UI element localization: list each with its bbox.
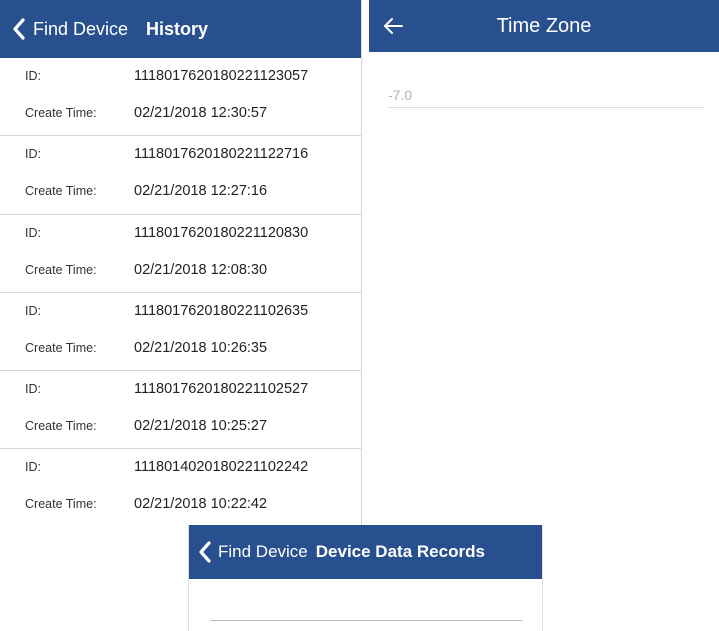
record-time-value: 02/21/2018 12:27:16 <box>134 183 268 200</box>
timezone-input[interactable]: -7.0 <box>388 82 704 108</box>
record-time-label: Create Time: <box>25 340 97 355</box>
history-back-label: Find Device <box>33 18 129 39</box>
record-id-row: ID: 1118017620180221123057 <box>25 68 351 84</box>
record-id-value: 1118014020180221102242 <box>134 459 309 476</box>
record-time-row: Create Time: 02/21/2018 10:22:42 <box>25 496 351 512</box>
record-time-label: Create Time: <box>25 106 97 120</box>
records-title: Device Data Records <box>315 542 485 561</box>
history-record[interactable]: ID: 1118017620180221123057 Create Time: … <box>0 58 361 137</box>
record-id-value: 1118017620180221122716 <box>134 146 309 163</box>
history-record-list: ID: 1118017620180221123057 Create Time: … <box>0 58 361 528</box>
timezone-screen: Time Zone -7.0 <box>369 0 719 521</box>
record-id-row: ID: 1118017620180221102527 <box>25 381 351 397</box>
record-time-row: Create Time: 02/21/2018 12:30:57 <box>25 105 351 121</box>
record-id-value: 1118017620180221102635 <box>134 302 309 319</box>
chevron-left-icon <box>12 18 26 40</box>
history-record[interactable]: ID: 1118017620180221122716 Create Time: … <box>0 136 361 215</box>
record-time-value: 02/21/2018 12:30:57 <box>134 105 268 121</box>
record-id-row: ID: 1118017620180221102635 <box>25 303 351 319</box>
record-id-label: ID: <box>25 460 41 475</box>
record-time-row: Create Time: 02/21/2018 12:27:16 <box>25 183 351 199</box>
record-id-label: ID: <box>25 225 41 240</box>
record-id-label: ID: <box>25 382 41 397</box>
record-id-value: 1118017620180221102527 <box>134 381 309 398</box>
timezone-title: Time Zone <box>496 14 592 37</box>
record-time-value: 02/21/2018 12:08:30 <box>134 261 268 278</box>
record-time-row: Create Time: 02/21/2018 12:08:30 <box>25 262 351 278</box>
history-record[interactable]: ID: 1118017620180221102635 Create Time: … <box>0 293 361 372</box>
record-time-row: Create Time: 02/21/2018 10:25:27 <box>25 418 351 434</box>
record-id-label: ID: <box>25 147 41 162</box>
record-time-row: Create Time: 02/21/2018 10:26:35 <box>25 340 351 356</box>
record-time-label: Create Time: <box>25 419 97 434</box>
timezone-value: -7.0 <box>388 86 413 103</box>
record-time-label: Create Time: <box>25 262 97 277</box>
record-time-label: Create Time: <box>25 184 97 199</box>
record-time-value: 02/21/2018 10:26:35 <box>134 339 268 356</box>
record-id-row: ID: 1118017620180221122716 <box>25 146 351 162</box>
history-record[interactable]: ID: 1118017620180221102527 Create Time: … <box>0 371 361 450</box>
record-time-label: Create Time: <box>25 497 97 512</box>
record-id-row: ID: 1118017620180221120830 <box>25 225 351 241</box>
records-nav-bar: Find Device Device Data Records <box>189 525 542 579</box>
history-title: History <box>146 18 209 39</box>
records-back-label: Find Device <box>218 542 308 561</box>
record-id-row: ID: 1118014020180221102242 <box>25 459 351 475</box>
timezone-nav-bar: Time Zone <box>369 0 719 52</box>
records-screen: Find Device Device Data Records <box>188 525 543 631</box>
record-time-value: 02/21/2018 10:22:42 <box>134 496 268 513</box>
record-id-label: ID: <box>25 69 41 83</box>
history-back-button[interactable]: Find Device <box>12 18 128 40</box>
record-id-label: ID: <box>25 303 41 318</box>
record-id-value: 1118017620180221123057 <box>134 68 309 84</box>
history-nav-bar: Find Device History <box>0 0 361 58</box>
arrow-left-icon[interactable] <box>381 14 405 38</box>
record-time-value: 02/21/2018 10:25:27 <box>134 418 268 435</box>
records-back-button[interactable]: Find Device <box>198 541 308 563</box>
history-record[interactable]: ID: 1118017620180221120830 Create Time: … <box>0 215 361 293</box>
chevron-left-icon <box>198 541 212 563</box>
records-divider <box>210 620 522 621</box>
history-record[interactable]: ID: 1118014020180221102242 Create Time: … <box>0 449 361 527</box>
record-id-value: 1118017620180221120830 <box>134 224 309 241</box>
